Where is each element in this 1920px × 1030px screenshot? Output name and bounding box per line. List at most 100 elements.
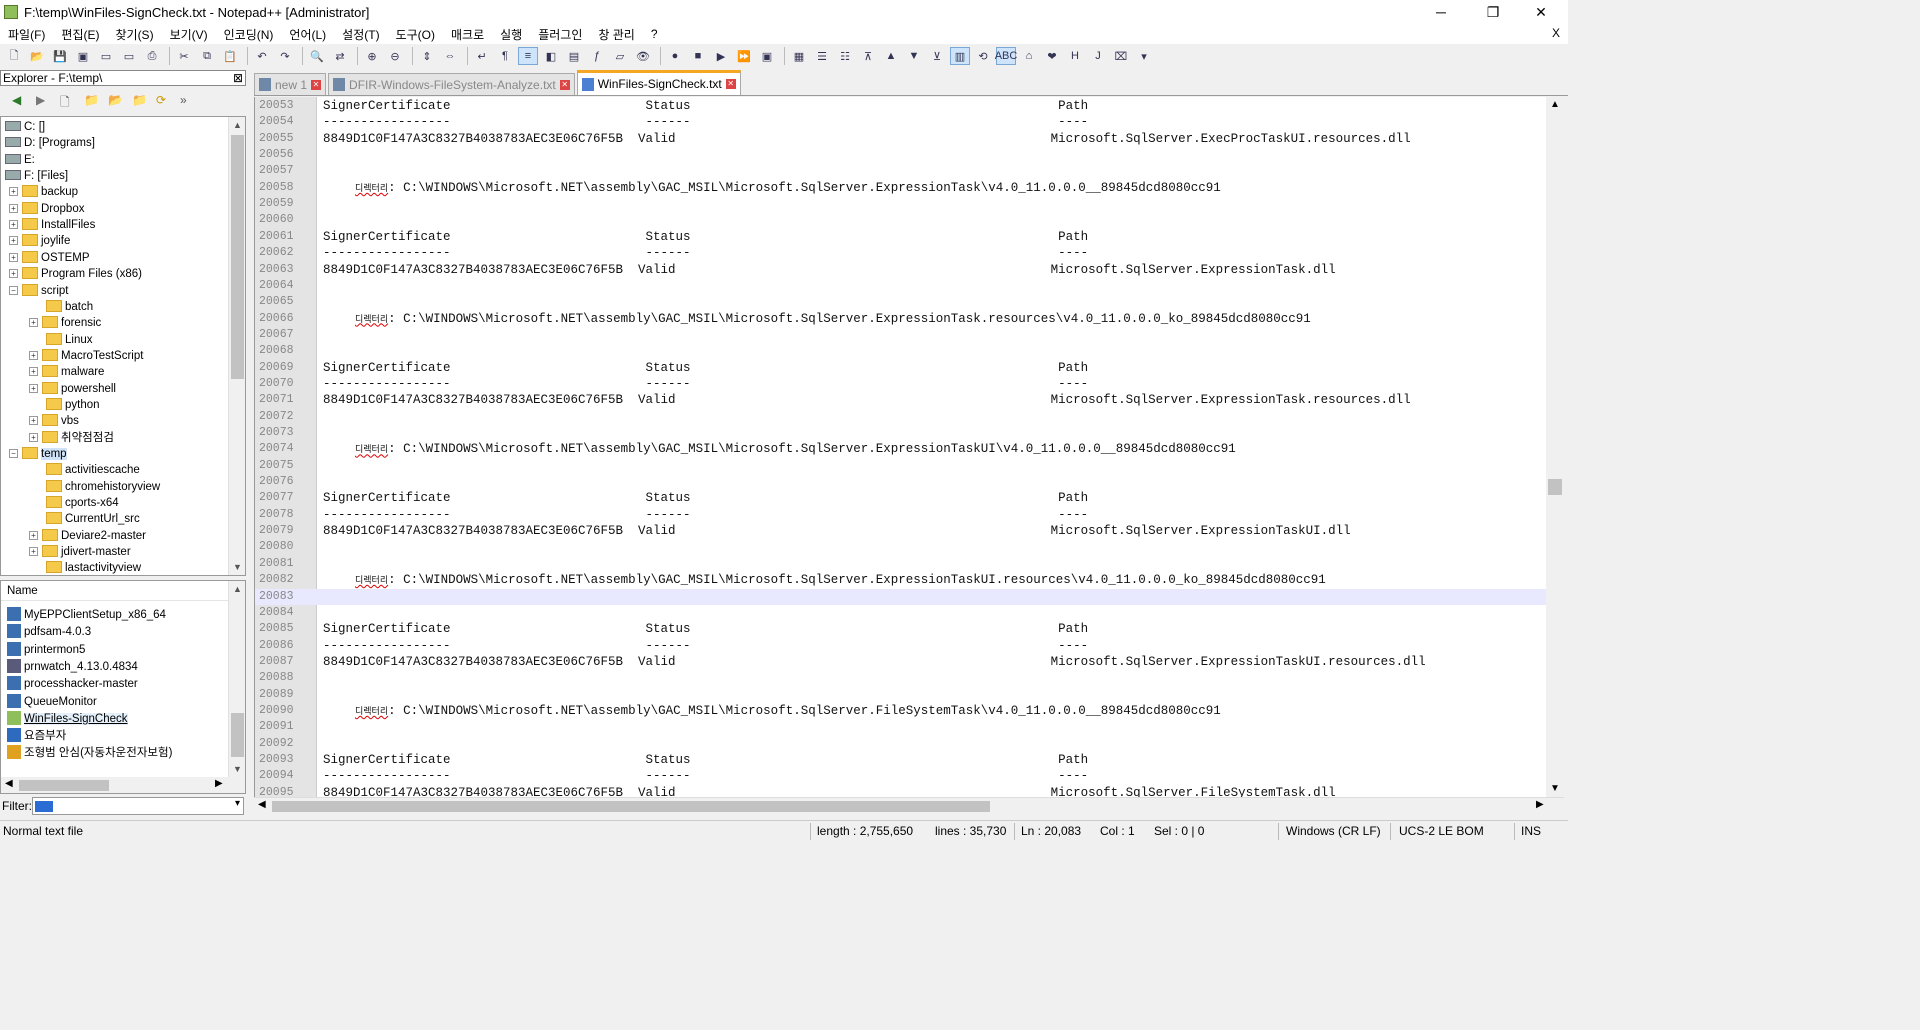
editor-line[interactable]: 20087 8849D1C0F147A3C8327B4038783AEC3E06C…: [255, 654, 1547, 670]
file-list-item[interactable]: 조형범 안심(자동차운전자보험): [7, 745, 172, 762]
editor-line[interactable]: 20068: [255, 343, 1547, 359]
scrollbar-thumb[interactable]: [231, 713, 244, 757]
tree-item[interactable]: E:: [5, 152, 35, 168]
tree-item[interactable]: + malware: [29, 364, 104, 380]
scroll-right-icon[interactable]: ▶: [215, 778, 223, 789]
editor-line[interactable]: 20074 디렉터리: C:\WINDOWS\Microsoft.NET\asse…: [255, 441, 1547, 457]
menu-window[interactable]: 창 관리: [590, 26, 642, 43]
forward-icon[interactable]: ▶: [36, 93, 54, 109]
redo-icon[interactable]: ↷: [275, 47, 295, 65]
spell-check-icon[interactable]: ABC: [995, 47, 1017, 65]
sync-vertical-icon[interactable]: ⇕: [417, 47, 437, 65]
expand-icon[interactable]: +: [9, 203, 18, 213]
new-file-icon[interactable]: 🗋: [4, 47, 24, 65]
menu-tools[interactable]: 도구(O): [388, 26, 443, 43]
collapse-icon[interactable]: −: [9, 285, 18, 295]
tab-close-icon[interactable]: ✕: [311, 79, 322, 90]
expand-icon[interactable]: +: [9, 220, 18, 230]
editor-line[interactable]: 20078 ----------------- ------ ----: [255, 507, 1547, 523]
editor-line[interactable]: 20090 디렉터리: C:\WINDOWS\Microsoft.NET\asse…: [255, 703, 1547, 719]
tree-item[interactable]: + Deviare2-master: [29, 528, 146, 544]
save-all-icon[interactable]: ▣: [73, 47, 93, 65]
editor-line[interactable]: 20069 SignerCertificate Status Path: [255, 360, 1547, 376]
file-list-item[interactable]: processhacker-master: [7, 676, 138, 693]
menu-help[interactable]: ?: [643, 27, 666, 41]
close-document-button[interactable]: X: [1552, 26, 1560, 40]
expand-icon[interactable]: +: [9, 187, 18, 197]
tree-item[interactable]: activitiescache: [29, 462, 140, 478]
editor-line[interactable]: 20094 ----------------- ------ ----: [255, 768, 1547, 784]
expand-icon[interactable]: +: [29, 547, 38, 557]
paste-icon[interactable]: 📋: [220, 47, 240, 65]
editor-vscrollbar[interactable]: ▲ ▼: [1546, 97, 1564, 797]
editor-line[interactable]: 20054 ----------------- ------ ----: [255, 114, 1547, 130]
tree-item[interactable]: + jdivert-master: [29, 544, 131, 560]
copy-icon[interactable]: ⧉: [197, 47, 217, 65]
scroll-left-icon[interactable]: ◀: [5, 778, 13, 789]
file-list-hscrollbar[interactable]: ◀ ▶: [1, 777, 245, 793]
function-list-icon[interactable]: ƒ: [587, 47, 607, 65]
editor-line[interactable]: 20081: [255, 556, 1547, 572]
scroll-up-icon[interactable]: ▲: [229, 581, 245, 597]
editor-line[interactable]: 20075: [255, 458, 1547, 474]
tree-item[interactable]: + backup: [9, 184, 78, 200]
tree-item[interactable]: + InstallFiles: [9, 217, 95, 233]
tree-item[interactable]: + forensic: [29, 315, 101, 331]
explorer-close-icon[interactable]: ⊠: [233, 71, 243, 85]
show-all-chars-icon[interactable]: ¶: [495, 47, 515, 65]
expand-icon[interactable]: +: [29, 318, 38, 328]
plugin-icon-6[interactable]: ▥: [950, 47, 970, 65]
menu-view[interactable]: 보기(V): [162, 26, 216, 43]
editor-line[interactable]: 20076: [255, 474, 1547, 490]
editor-line[interactable]: 20067: [255, 327, 1547, 343]
hex-editor-icon[interactable]: H: [1065, 47, 1085, 65]
document-tab[interactable]: new 1 ✕: [254, 73, 327, 95]
close-all-icon[interactable]: ▭: [119, 47, 139, 65]
editor-line[interactable]: 20083: [255, 588, 1547, 605]
status-insert-mode[interactable]: INS: [1521, 824, 1541, 838]
menu-file[interactable]: 파일(F): [0, 26, 53, 43]
editor-line[interactable]: 20082 디렉터리: C:\WINDOWS\Microsoft.NET\asse…: [255, 572, 1547, 588]
expand-icon[interactable]: +: [29, 367, 38, 377]
user-language-icon[interactable]: ◧: [541, 47, 561, 65]
open-file-icon[interactable]: 📂: [27, 47, 47, 65]
tree-item[interactable]: + joylife: [9, 233, 70, 249]
plugin-icon-4[interactable]: ⊼: [858, 47, 878, 65]
zoom-in-icon[interactable]: ⊕: [362, 47, 382, 65]
arrow-down-icon[interactable]: ▼: [904, 47, 924, 65]
status-encoding[interactable]: UCS-2 LE BOM: [1399, 824, 1484, 838]
expand-icon[interactable]: +: [29, 432, 38, 442]
file-list-item[interactable]: 요즘부자: [7, 728, 66, 745]
tree-item[interactable]: + Program Files (x86): [9, 266, 142, 282]
editor-line[interactable]: 20089: [255, 687, 1547, 703]
indent-guide-icon[interactable]: ≡: [518, 47, 538, 65]
arrow-up-icon[interactable]: ▲: [881, 47, 901, 65]
editor-line[interactable]: 20088: [255, 670, 1547, 686]
document-tab[interactable]: WinFiles-SignCheck.txt ✕: [576, 70, 741, 95]
editor-line[interactable]: 20062 ----------------- ------ ----: [255, 245, 1547, 261]
minimize-button[interactable]: ─: [1418, 0, 1464, 24]
refresh-folder-icon[interactable]: ⟳: [156, 93, 174, 109]
tab-close-icon[interactable]: ✕: [559, 79, 570, 90]
editor-line[interactable]: 20077 SignerCertificate Status Path: [255, 490, 1547, 506]
document-tab[interactable]: DFIR-Windows-FileSystem-Analyze.txt ✕: [328, 73, 575, 95]
sync-horizontal-icon[interactable]: ⇔: [440, 47, 460, 65]
scroll-down-icon[interactable]: ▼: [1550, 783, 1560, 794]
tree-item[interactable]: + powershell: [29, 381, 116, 397]
menu-encoding[interactable]: 인코딩(N): [216, 26, 282, 43]
menu-settings[interactable]: 설정(T): [334, 26, 387, 43]
file-list-header[interactable]: Name: [1, 581, 229, 601]
file-list-scrollbar[interactable]: ▲ ▼: [228, 581, 245, 777]
editor-line[interactable]: 20093 SignerCertificate Status Path: [255, 752, 1547, 768]
expand-icon[interactable]: +: [9, 269, 18, 279]
stop-macro-icon[interactable]: ■: [688, 47, 708, 65]
plugin-icon-3[interactable]: ☷: [835, 47, 855, 65]
tree-item[interactable]: + vbs: [29, 413, 79, 429]
tree-item[interactable]: Linux: [29, 332, 93, 348]
scroll-down-icon[interactable]: ▼: [229, 761, 245, 777]
editor-line[interactable]: 20084: [255, 605, 1547, 621]
file-list-item[interactable]: pdfsam-4.0.3: [7, 624, 91, 641]
editor-line[interactable]: 20059: [255, 196, 1547, 212]
tree-item[interactable]: CurrentUrl_src: [29, 511, 140, 527]
close-window-button[interactable]: ✕: [1518, 0, 1564, 24]
